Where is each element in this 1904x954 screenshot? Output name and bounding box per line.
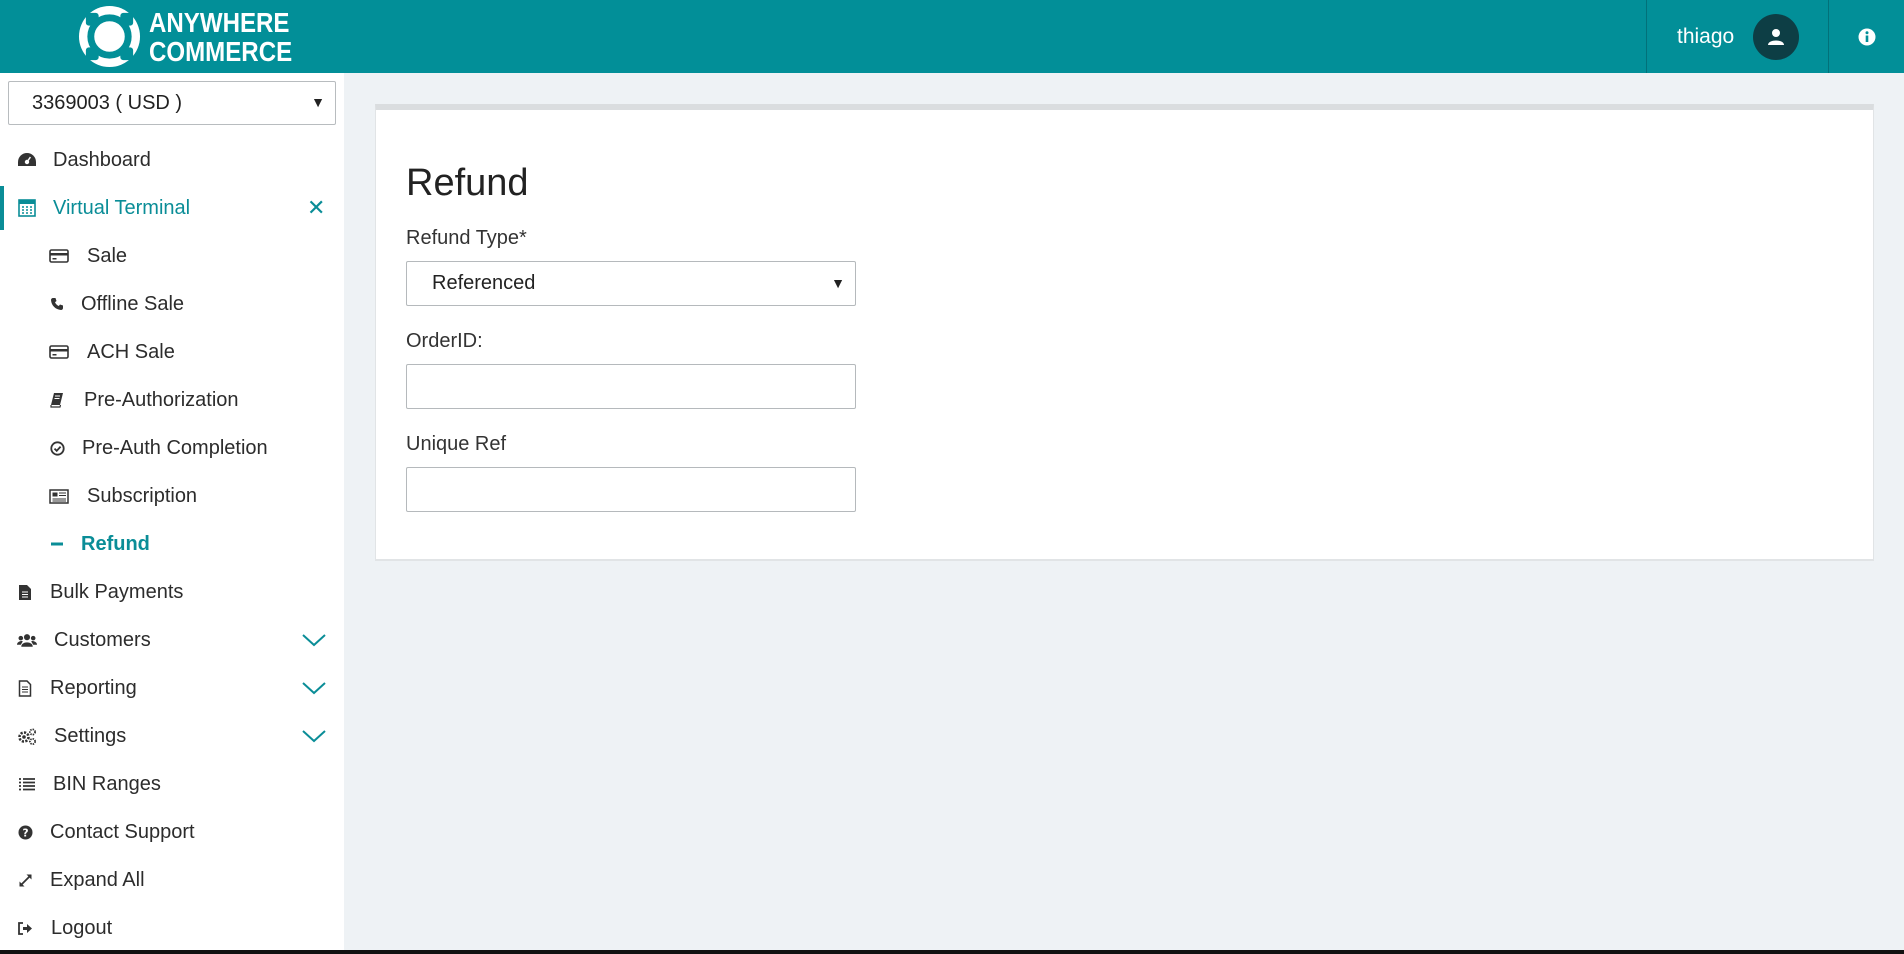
user-glyph: [1768, 28, 1785, 45]
brand-name-line2: COMMERCE: [149, 35, 293, 67]
expand-icon: [15, 870, 35, 890]
brand-logo-icon: [78, 5, 141, 68]
sidebar-item-label: Customers: [54, 628, 151, 651]
sidebar-item-label: Reporting: [50, 676, 137, 699]
list-icon: [17, 774, 37, 794]
phone-icon: [47, 294, 67, 314]
newspaper-icon: [49, 486, 69, 506]
close-icon[interactable]: ✕: [307, 195, 325, 221]
sidebar-item-label: Offline Sale: [81, 292, 185, 315]
user-menu[interactable]: thiago: [1648, 0, 1829, 73]
sidebar-item-sale[interactable]: Sale: [0, 234, 344, 278]
refund-type-value: Referenced: [432, 272, 536, 294]
sidebar-item-label: Logout: [51, 916, 113, 939]
sidebar-item-virtual-terminal[interactable]: Virtual Terminal ✕: [0, 186, 344, 230]
sidebar-item-label: Sale: [87, 244, 128, 267]
sidebar-item-label: Settings: [54, 724, 127, 747]
sidebar-item-label: Bulk Payments: [50, 580, 184, 603]
header-divider: [1646, 0, 1647, 73]
sidebar: 3369003 ( USD ) ▼ Dashboard Virtual Term…: [0, 73, 344, 950]
sidebar-item-logout[interactable]: Logout: [0, 906, 344, 950]
top-bar: ANYWHERE COMMERCE thiago: [0, 0, 1904, 73]
brand-name-line1: ANYWHERE: [149, 6, 290, 38]
sidebar-item-label: Contact Support: [50, 820, 195, 843]
header-divider-2: [1828, 0, 1829, 73]
sidebar-item-pre-auth-completion[interactable]: Pre-Auth Completion: [0, 426, 344, 470]
sidebar-item-label: Pre-Auth Completion: [82, 436, 268, 459]
sidebar-item-label: Virtual Terminal: [53, 196, 191, 219]
sidebar-item-reporting[interactable]: Reporting: [0, 666, 344, 710]
page-title: Refund: [406, 162, 529, 204]
book-icon: [47, 390, 67, 410]
sidebar-item-offline-sale[interactable]: Offline Sale: [0, 282, 344, 326]
users-icon: [17, 630, 37, 650]
info-glyph: [1858, 28, 1876, 45]
sidebar-item-contact-support[interactable]: ? Contact Support: [0, 810, 344, 854]
sidebar-item-label: Expand All: [50, 868, 145, 891]
sidebar-item-bin-ranges[interactable]: BIN Ranges: [0, 762, 344, 806]
sidebar-item-refund[interactable]: Refund: [0, 522, 344, 566]
user-name: thiago: [1677, 24, 1735, 48]
sidebar-item-settings[interactable]: Settings: [0, 714, 344, 758]
unique-ref-input[interactable]: [406, 467, 856, 512]
account-select[interactable]: 3369003 ( USD ) ▼: [8, 81, 336, 125]
order-id-input[interactable]: [406, 364, 856, 409]
refund-type-label: Refund Type*: [406, 227, 527, 249]
brand-logo[interactable]: ANYWHERE COMMERCE: [78, 5, 315, 68]
chevron-down-icon: ▼: [311, 94, 325, 110]
sidebar-item-bulk-payments[interactable]: Bulk Payments: [0, 570, 344, 614]
window-bottom-edge: [0, 950, 1904, 954]
sidebar-item-label: ACH Sale: [87, 340, 175, 363]
credit-card-icon: [49, 342, 69, 362]
file-text-icon: [15, 678, 35, 698]
dashboard-icon: [17, 150, 37, 170]
info-icon[interactable]: [1830, 0, 1904, 73]
chevron-down-icon[interactable]: [302, 728, 326, 744]
question-circle-icon: ?: [15, 822, 35, 842]
minus-icon: [47, 534, 67, 554]
sidebar-item-label: Refund: [81, 532, 150, 555]
sidebar-item-ach-sale[interactable]: ACH Sale: [0, 330, 344, 374]
credit-card-icon: [49, 246, 69, 266]
refund-form-card: Refund Refund Type* Referenced ▼ OrderID…: [375, 104, 1874, 561]
check-circle-icon: [47, 438, 67, 458]
order-id-label: OrderID:: [406, 330, 483, 352]
unique-ref-label: Unique Ref: [406, 433, 507, 455]
user-icon[interactable]: [1753, 13, 1800, 60]
chevron-down-icon[interactable]: [302, 632, 326, 648]
refund-type-select[interactable]: Referenced ▼: [406, 261, 856, 306]
chevron-down-icon: ▼: [831, 275, 845, 291]
brand-name: ANYWHERE COMMERCE: [149, 8, 292, 66]
sidebar-item-label: BIN Ranges: [53, 772, 161, 795]
sidebar-item-label: Pre-Authorization: [84, 388, 239, 411]
sidebar-item-label: Subscription: [87, 484, 198, 507]
sign-out-icon: [15, 918, 35, 938]
chevron-down-icon[interactable]: [302, 680, 326, 696]
sidebar-item-subscription[interactable]: Subscription: [0, 474, 344, 518]
sidebar-item-expand-all[interactable]: Expand All: [0, 858, 344, 902]
sidebar-item-label: Dashboard: [53, 148, 151, 171]
sidebar-item-pre-authorization[interactable]: Pre-Authorization: [0, 378, 344, 422]
sidebar-item-dashboard[interactable]: Dashboard: [0, 138, 344, 182]
calculator-icon: [17, 198, 37, 218]
sidebar-item-customers[interactable]: Customers: [0, 618, 344, 662]
file-icon: [15, 582, 35, 602]
account-select-value: 3369003 ( USD ): [32, 91, 183, 114]
cogs-icon: [17, 726, 37, 746]
svg-text:?: ?: [22, 827, 28, 839]
